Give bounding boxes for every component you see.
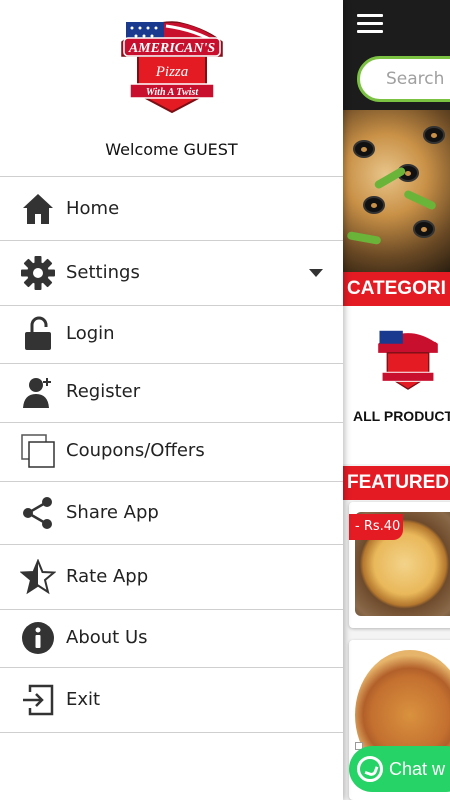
menu-item-label: Settings [66,262,140,283]
menu-item-label: Home [66,198,120,219]
welcome-text: Welcome GUEST [105,140,238,159]
whatsapp-chat-button[interactable]: Chat w [349,746,450,792]
category-logo-image [378,330,438,390]
chat-button-label: Chat w [389,759,446,779]
logo-tagline-text: With A Twist [146,87,199,98]
menu-item-label: Share App [66,502,159,523]
category-card[interactable]: ALL PRODUCTS [343,306,450,464]
menu-item-home[interactable]: Home [0,176,343,240]
discount-badge: - Rs.40 [349,514,403,540]
search-input[interactable]: Search p [357,56,450,102]
menu-item-label: Coupons/Offers [66,440,205,461]
info-icon [22,622,54,654]
menu-item-login[interactable]: Login [0,305,343,363]
chevron-down-icon[interactable] [309,269,323,277]
gear-icon [21,256,55,290]
whatsapp-icon [357,756,383,782]
unlock-icon [25,316,51,350]
star-icon [20,559,56,595]
menu-item-label: Exit [66,689,101,710]
menu-item-coupons-offers[interactable]: Coupons/Offers [0,422,343,481]
menu-item-register[interactable]: Register [0,363,343,422]
menu-item-share-app[interactable]: Share App [0,481,343,544]
navigation-drawer: AMERICAN'S Pizza With A Twist Welcome GU… [0,0,343,800]
home-icon [23,194,53,224]
menu-icon[interactable] [357,14,383,34]
menu-item-label: Rate App [66,566,149,587]
main-app: Search p CATEGORI ALL PRODUCTS FEATURED … [343,0,450,800]
menu-item-exit[interactable]: Exit [0,667,343,733]
categories-heading: CATEGORI [343,272,450,306]
menu-item-label: Register [66,381,141,402]
menu-item-label: Login [66,323,115,344]
exit-icon [23,684,54,716]
menu-item-settings[interactable]: Settings [0,240,343,305]
top-app-bar: Search p [343,0,450,110]
logo-brand-text: AMERICAN'S [128,41,216,56]
category-label[interactable]: ALL PRODUCTS [353,408,450,424]
menu-item-label: About Us [66,627,148,648]
share-icon [23,497,52,529]
add-user-icon [23,378,51,408]
logo-pizza-text: Pizza [155,64,189,80]
hero-banner-image[interactable] [343,110,450,272]
menu-item-about-us[interactable]: About Us [0,609,343,667]
copy-icon [21,434,55,468]
drawer-menu: Home Settings Login Register Coupons/Off… [0,176,343,733]
menu-item-rate-app[interactable]: Rate App [0,544,343,609]
brand-logo: AMERICAN'S Pizza With A Twist [121,16,223,114]
featured-heading: FEATURED P [343,466,450,500]
